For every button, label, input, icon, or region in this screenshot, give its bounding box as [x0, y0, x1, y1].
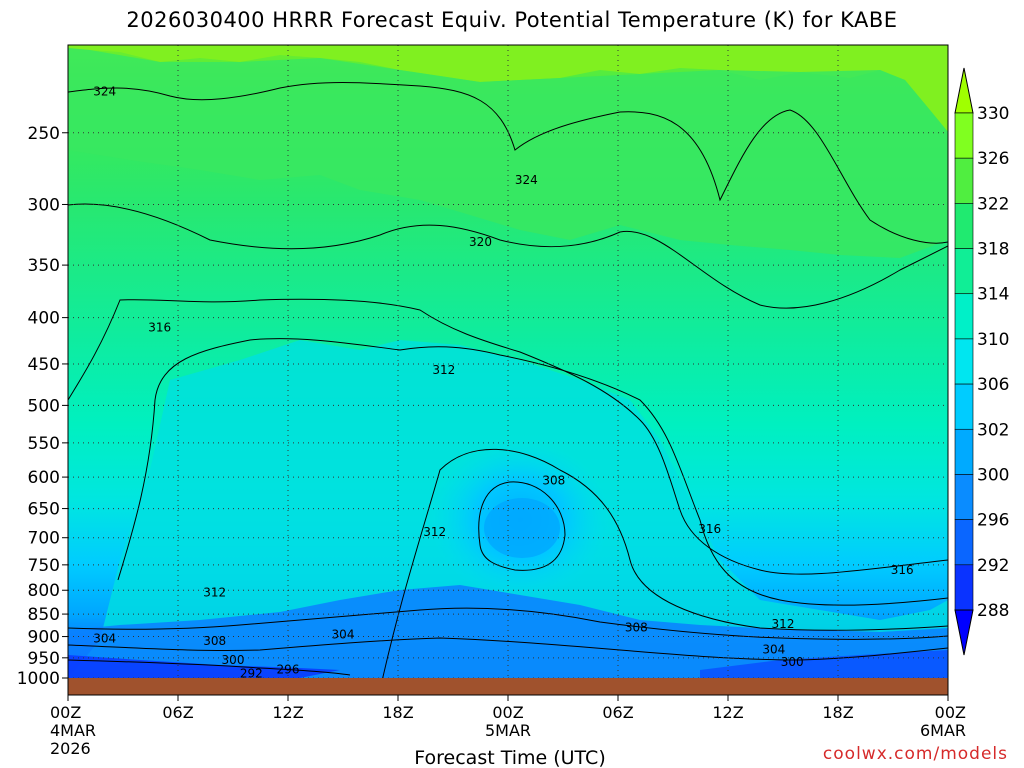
contour-label: 308 [625, 621, 648, 635]
colorbar-label: 322 [977, 194, 1009, 214]
contour-label: 308 [203, 634, 226, 648]
contour-label: 312 [432, 363, 455, 377]
y-tick-label: 950 [28, 649, 60, 669]
cyan-core-inner [484, 498, 560, 558]
x-tick-label: 18Z [822, 703, 853, 722]
colorbar-top-arrow [954, 67, 974, 114]
contour-label: 320 [469, 235, 492, 249]
contour-label: 292 [240, 666, 263, 680]
colorbar-segment [954, 203, 974, 249]
x-axis-label: Forecast Time (UTC) [414, 747, 605, 768]
colorbar-segment [954, 519, 974, 566]
colorbar-segment [954, 474, 974, 520]
contour-label: 324 [93, 84, 116, 98]
contour-label: 316 [148, 320, 171, 334]
colorbar-segment [954, 383, 974, 430]
colorbar-segment [954, 248, 974, 295]
colorbar-segment [954, 157, 974, 204]
x-tick-label: 06Z [602, 703, 633, 722]
chart-svg: 250 300 350 400 450 500 550 600 650 700 750 800 850 9… [17, 44, 1009, 768]
contour-label: 316 [891, 563, 914, 577]
contour-label: 324 [515, 173, 538, 187]
y-tick-label: 500 [28, 396, 60, 416]
y-tick-label: 300 [28, 195, 60, 215]
y-tick-label: 800 [28, 581, 60, 601]
colorbar-label: 300 [977, 465, 1009, 485]
contour-label: 312 [423, 525, 446, 539]
contour-label: 308 [542, 473, 565, 487]
contour-label: 300 [222, 653, 245, 667]
surface-strip [68, 678, 948, 695]
x-tick-label: 00Z [492, 703, 523, 722]
contour-label: 296 [277, 662, 300, 676]
contour-label: 300 [781, 655, 804, 669]
y-tick-label: 850 [28, 605, 60, 625]
colorbar-label: 326 [977, 149, 1009, 169]
x-tick-label: 06Z [162, 703, 193, 722]
colorbar-label: 302 [977, 420, 1009, 440]
colorbar-label: 314 [977, 285, 1009, 305]
y-tick-label: 650 [28, 500, 60, 520]
x-tick-date-label: 4MAR [50, 721, 96, 740]
y-tick-label: 900 [28, 628, 60, 648]
contour-label: 312 [772, 617, 795, 631]
x-tick-label: 18Z [382, 703, 413, 722]
x-tick-label: 00Z [50, 703, 81, 722]
colorbar: 330 326 322 318 314 310 306 302 300 296 292 288 [954, 67, 1009, 656]
y-tick-label: 1000 [17, 669, 60, 689]
contour-label: 316 [698, 522, 721, 536]
x-tick-label: 12Z [712, 703, 743, 722]
x-tick-label: 12Z [272, 703, 303, 722]
contour-label: 304 [332, 627, 355, 641]
contour-label: 312 [203, 586, 226, 600]
colorbar-segment [954, 564, 974, 611]
x-tick-year-label: 2026 [50, 739, 91, 758]
y-tick-label: 600 [28, 468, 60, 488]
y-tick-label: 750 [28, 556, 60, 576]
y-tick-label: 450 [28, 355, 60, 375]
colorbar-segment [954, 428, 974, 475]
colorbar-label: 330 [977, 104, 1009, 124]
colorbar-segment [954, 338, 974, 385]
y-tick-label: 250 [28, 124, 60, 144]
x-tick-date-label: 6MAR [920, 721, 966, 740]
y-tick-label: 400 [28, 309, 60, 329]
colorbar-label: 318 [977, 240, 1009, 260]
colorbar-label: 306 [977, 375, 1009, 395]
contour-label: 304 [93, 632, 116, 646]
x-tick-label: 00Z [935, 703, 966, 722]
colorbar-label: 310 [977, 330, 1009, 350]
field-layer [68, 45, 948, 678]
y-tick-label: 550 [28, 434, 60, 454]
colorbar-label: 292 [977, 556, 1009, 576]
colorbar-label: 296 [977, 511, 1009, 531]
colorbar-bottom-arrow [954, 609, 974, 656]
colorbar-segment [954, 112, 974, 159]
credit-text: coolwx.com/models [822, 744, 1008, 764]
colorbar-segment [954, 293, 974, 340]
y-axis-ticks: 250 300 350 400 450 500 550 600 650 700 750 800 850 9… [17, 124, 68, 689]
x-tick-date-label: 5MAR [485, 721, 531, 740]
y-tick-label: 350 [28, 256, 60, 276]
colorbar-label: 288 [977, 601, 1009, 621]
y-tick-label: 700 [28, 529, 60, 549]
